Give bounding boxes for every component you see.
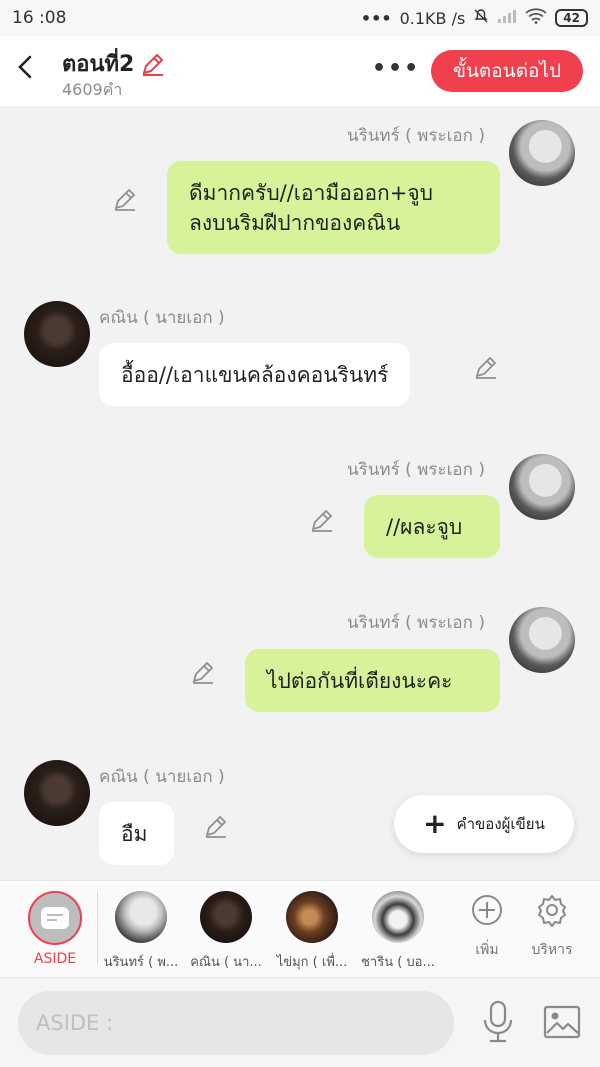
avatar[interactable] bbox=[509, 454, 575, 520]
manage-label: บริหาร bbox=[531, 942, 573, 958]
image-button[interactable] bbox=[543, 1003, 581, 1041]
add-label: เพิ่ม bbox=[475, 942, 499, 958]
add-character-button[interactable]: เพิ่ม bbox=[457, 893, 517, 961]
edit-title-icon[interactable] bbox=[140, 51, 166, 77]
mute-icon bbox=[473, 8, 489, 28]
avatar[interactable] bbox=[509, 120, 575, 186]
pencil-icon[interactable] bbox=[190, 659, 216, 685]
sender-name: คณิน ( นายเอก ) bbox=[99, 308, 225, 328]
avatar bbox=[286, 891, 338, 943]
character-label: นรินทร์ ( พ... bbox=[103, 955, 179, 970]
avatar bbox=[372, 891, 424, 943]
status-time: 16 :08 bbox=[12, 8, 67, 28]
page-title: ตอนที่2 bbox=[62, 46, 166, 81]
character-item[interactable]: คณิน ( นา... bbox=[186, 891, 266, 972]
avatar[interactable] bbox=[24, 760, 90, 826]
word-count: 4609คำ bbox=[62, 80, 123, 99]
chat-bubble-icon bbox=[41, 907, 69, 929]
avatar bbox=[200, 891, 252, 943]
wifi-icon bbox=[525, 8, 547, 28]
pencil-icon[interactable] bbox=[473, 354, 499, 380]
message-text: ลงบนริมฝีปากของคณิน bbox=[189, 210, 401, 235]
avatar[interactable] bbox=[24, 301, 90, 367]
pencil-icon[interactable] bbox=[112, 186, 138, 212]
microphone-button[interactable] bbox=[480, 1000, 516, 1044]
add-author-note-label: คำของผู้เขียน bbox=[456, 815, 545, 833]
next-step-button[interactable]: ขั้นตอนต่อไป bbox=[431, 50, 583, 92]
message-text: //ผละจูบ bbox=[386, 514, 463, 539]
header: ตอนที่2 4609คำ ••• ขั้นตอนต่อไป bbox=[0, 36, 600, 106]
add-author-note-button[interactable]: + คำของผู้เขียน bbox=[394, 795, 574, 853]
more-options-button[interactable]: ••• bbox=[372, 54, 418, 84]
character-label: คณิน ( นา... bbox=[190, 955, 262, 970]
message-text: ไปต่อกันที่เตียงนะคะ bbox=[267, 668, 453, 693]
avatar bbox=[115, 891, 167, 943]
status-bar: 16 :08 ••• 0.1KB /s 42 bbox=[0, 0, 600, 36]
message-text: ดีมากครับ//เอามือออก+จูบ bbox=[189, 180, 434, 205]
message-bubble[interactable]: ดีมากครับ//เอามือออก+จูบ ลงบนริมฝีปากของ… bbox=[167, 161, 500, 254]
chat-area[interactable]: นรินทร์ ( พระเอก ) ดีมากครับ//เอามือออก+… bbox=[0, 106, 600, 880]
aside-chip[interactable] bbox=[28, 891, 82, 945]
pencil-icon[interactable] bbox=[203, 813, 229, 839]
chapter-title: ตอนที่2 bbox=[62, 52, 135, 77]
sender-name: นรินทร์ ( พระเอก ) bbox=[347, 460, 485, 480]
message-bubble[interactable]: อืม bbox=[99, 802, 174, 865]
battery-indicator: 42 bbox=[555, 9, 588, 27]
input-bar bbox=[0, 978, 600, 1067]
character-bar: ASIDE นรินทร์ ( พ... คณิน ( นา... ไข่มุก… bbox=[0, 880, 600, 978]
character-item[interactable]: นรินทร์ ( พ... bbox=[101, 891, 181, 972]
character-item[interactable]: ไข่มุก ( เพื่... bbox=[272, 891, 352, 972]
avatar[interactable] bbox=[509, 607, 575, 673]
microphone-icon bbox=[483, 1000, 513, 1043]
sender-name: นรินทร์ ( พระเอก ) bbox=[347, 613, 485, 633]
network-speed: 0.1KB /s bbox=[399, 8, 466, 28]
character-label: ชาริน ( บอ... bbox=[361, 955, 435, 970]
chevron-left-icon bbox=[18, 55, 32, 79]
message-bubble[interactable]: //ผละจูบ bbox=[364, 495, 500, 558]
character-item[interactable]: ชาริน ( บอ... bbox=[358, 891, 438, 972]
message-text: อื้ออ//เอาแขนคล้องคอนรินทร์ bbox=[121, 362, 389, 387]
message-text: อืม bbox=[121, 821, 148, 846]
message-bubble[interactable]: อื้ออ//เอาแขนคล้องคอนรินทร์ bbox=[99, 343, 411, 406]
plus-circle-icon bbox=[470, 893, 504, 927]
pencil-icon[interactable] bbox=[309, 507, 335, 533]
plus-icon: + bbox=[423, 807, 447, 840]
signal-icon bbox=[497, 8, 517, 28]
character-label: ไข่มุก ( เพื่... bbox=[276, 955, 348, 970]
image-icon bbox=[543, 1005, 581, 1039]
more-dots-icon: ••• bbox=[360, 8, 392, 28]
status-indicators: ••• 0.1KB /s 42 bbox=[361, 8, 588, 28]
aside-input[interactable] bbox=[18, 991, 454, 1055]
message-bubble[interactable]: ไปต่อกันที่เตียงนะคะ bbox=[245, 649, 500, 712]
divider bbox=[97, 891, 98, 965]
aside-label: ASIDE bbox=[33, 951, 77, 967]
manage-button[interactable]: บริหาร bbox=[522, 893, 582, 961]
sender-name: คณิน ( นายเอก ) bbox=[99, 767, 225, 787]
sender-name: นรินทร์ ( พระเอก ) bbox=[347, 126, 485, 146]
back-button[interactable] bbox=[10, 54, 40, 84]
gear-icon bbox=[535, 893, 569, 927]
